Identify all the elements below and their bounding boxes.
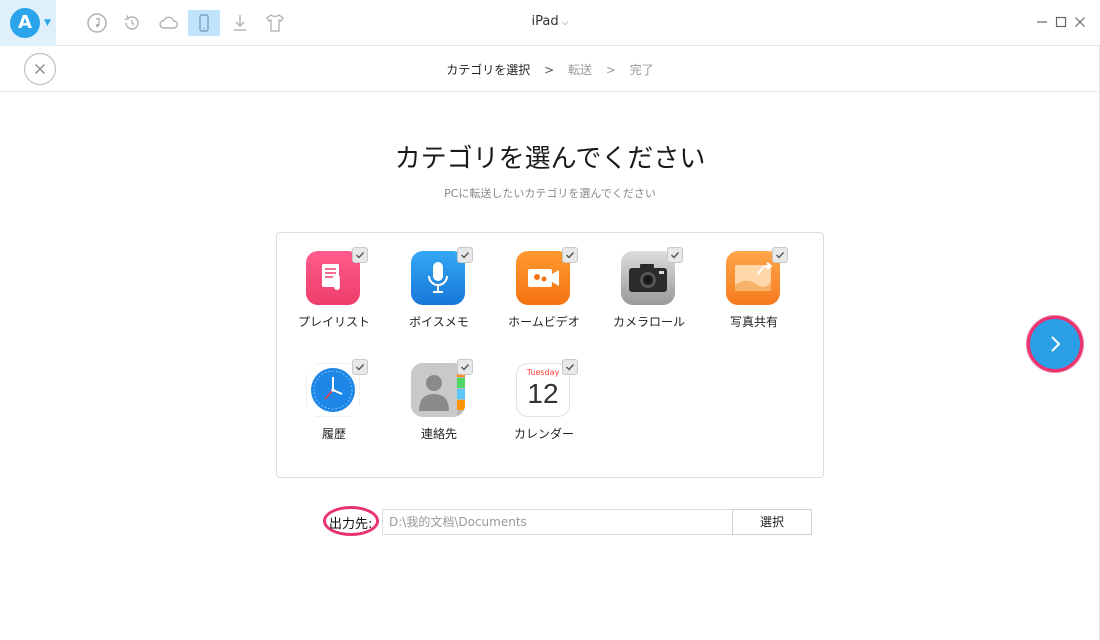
shirt-icon[interactable] [262,10,288,36]
category-label: プレイリスト [297,315,370,329]
calendar-day-number: 12 [527,378,559,409]
check-icon [461,364,470,371]
category-label: ホームビデオ [508,315,580,329]
category-history[interactable]: 履歴 [289,359,379,463]
category-label: 連絡先 [420,427,457,441]
step-complete: 完了 [629,63,654,77]
category-label: ボイスメモ [409,315,469,329]
breadcrumb: カテゴリを選択 > 転送 > 完了 [0,61,1100,78]
category-home-video[interactable]: ホームビデオ [499,247,589,351]
category-voice-memo[interactable]: ボイスメモ [394,247,484,351]
device-selector[interactable]: iPad ⌵ [500,14,600,29]
cloud-icon[interactable] [155,10,181,36]
device-name: iPad [531,14,559,29]
category-label: カレンダー [513,427,574,441]
logo-dropdown-icon[interactable]: ▼ [44,16,54,30]
check-icon [566,252,575,259]
app-logo-letter: A [18,12,32,33]
maximize-icon[interactable] [1053,14,1069,30]
category-label: カメラロール [612,315,685,329]
app-logo-icon: A [10,8,40,38]
category-playlist[interactable]: プレイリスト [289,247,379,351]
category-checkbox[interactable] [352,359,368,375]
category-checkbox[interactable] [667,247,683,263]
category-calendar[interactable]: Tuesday 12 カレンダー [499,359,589,463]
category-checkbox[interactable] [562,359,578,375]
logo-menu[interactable]: A ▼ [0,0,56,46]
next-button[interactable] [1027,316,1083,372]
step-bar: カテゴリを選択 > 転送 > 完了 [0,46,1100,92]
step-separator: > [605,63,616,77]
chevron-down-icon: ⌵ [561,18,569,28]
download-icon[interactable] [227,10,253,36]
window-close-icon[interactable] [1072,14,1088,30]
check-icon [671,252,680,259]
title-bar: A ▼ iPad ⌵ [0,0,1100,46]
category-checkbox[interactable] [457,359,473,375]
minimize-icon[interactable] [1034,14,1050,30]
step-transfer: 転送 [567,63,592,77]
select-folder-button[interactable]: 選択 [732,509,812,535]
category-checkbox[interactable] [457,247,473,263]
category-contacts[interactable]: 連絡先 [394,359,484,463]
app-window: A ▼ iPad ⌵ カテゴリを選択 > 転送 > 完了 カテゴリを選んでくださ… [0,0,1100,640]
check-icon [356,364,365,371]
step-select-category: カテゴリを選択 [446,63,531,77]
music-icon[interactable] [84,10,110,36]
page-subtitle: PCに転送したいカテゴリを選んでください [444,187,656,200]
check-icon [356,252,365,259]
category-camera-roll[interactable]: カメラロール [604,247,694,351]
category-label: 写真共有 [729,315,778,329]
check-icon [461,252,470,259]
output-path-field[interactable]: D:\我的文档\Documents [382,509,732,535]
category-checkbox[interactable] [352,247,368,263]
step-separator: > [544,63,555,77]
check-icon [776,252,785,259]
output-label: 出力先: [329,517,373,532]
category-checkbox[interactable] [772,247,788,263]
check-icon [566,364,575,371]
category-label: 履歴 [321,427,346,441]
device-icon[interactable] [188,10,220,36]
category-photo-share[interactable]: 写真共有 [709,247,799,351]
restore-icon[interactable] [119,10,145,36]
category-checkbox[interactable] [562,247,578,263]
category-panel: プレイリスト ボイスメモ ホームビデオ カメラロール 写真共有 履歴 連絡先 T… [276,232,824,478]
page-title: カテゴリを選んでください [394,144,706,174]
chevron-right-icon [1051,336,1061,352]
